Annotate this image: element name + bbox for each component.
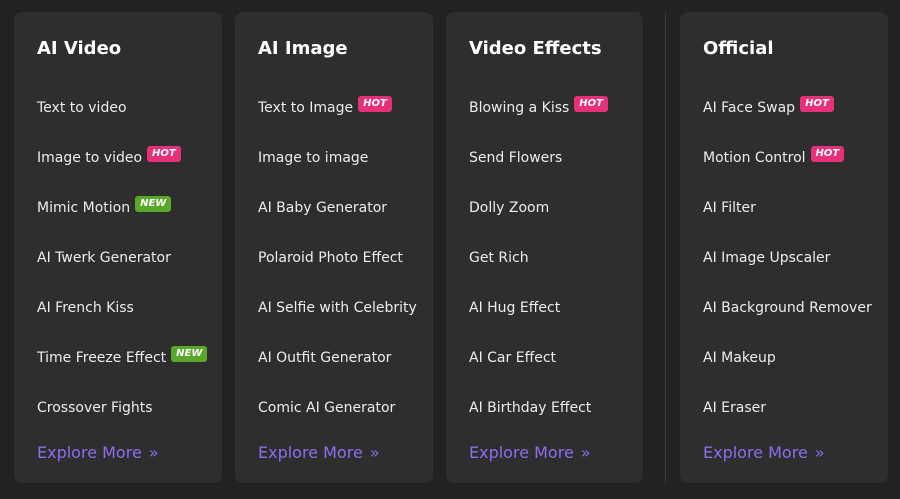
menu-item-label: Dolly Zoom <box>469 200 550 216</box>
feature-menu: AI Video Text to video Image to video HOT Mi… <box>0 0 900 499</box>
explore-more-link[interactable]: Explore More ›› <box>703 443 825 463</box>
menu-item-link[interactable]: Send Flowers <box>469 148 562 168</box>
card-title: AI Image <box>258 38 348 59</box>
menu-card-ai-video: AI Video Text to video Image to video HOT Mi… <box>14 12 222 483</box>
menu-item-label: AI Birthday Effect <box>469 400 592 416</box>
menu-item-link[interactable]: Mimic Motion NEW <box>37 196 172 218</box>
menu-item-link[interactable]: AI Eraser <box>703 398 766 418</box>
menu-item-label: AI Hug Effect <box>469 300 561 316</box>
explore-more-link[interactable]: Explore More ›› <box>258 443 380 463</box>
hot-badge: HOT <box>147 146 181 162</box>
menu-item-link[interactable]: Time Freeze Effect NEW <box>37 346 208 368</box>
explore-more-link[interactable]: Explore More ›› <box>37 443 159 463</box>
menu-card-official: Official AI Face Swap HOT Motion Control HOT… <box>680 12 888 483</box>
card-title: AI Video <box>37 38 122 59</box>
hot-badge: HOT <box>358 96 392 112</box>
menu-item-label: AI Face Swap <box>703 100 796 116</box>
menu-item-label: AI Selfie with Celebrity <box>258 300 417 316</box>
double-chevron-right-icon: ›› <box>148 443 159 462</box>
menu-item-link[interactable]: Text to Image HOT <box>258 96 392 118</box>
menu-item-label: Blowing a Kiss <box>469 100 570 116</box>
menu-item-label: Text to video <box>37 100 127 116</box>
menu-item-link[interactable]: AI Image Upscaler <box>703 248 830 268</box>
menu-item-label: Time Freeze Effect <box>37 350 167 366</box>
hot-badge: HOT <box>800 96 834 112</box>
menu-item-link[interactable]: AI Baby Generator <box>258 198 387 218</box>
double-chevron-right-icon: ›› <box>369 443 380 462</box>
menu-item-link[interactable]: Crossover Fights <box>37 398 153 418</box>
menu-item-label: AI Eraser <box>703 400 766 416</box>
menu-item-link[interactable]: Dolly Zoom <box>469 198 549 218</box>
menu-item-link[interactable]: Blowing a Kiss HOT <box>469 96 608 118</box>
explore-more-label: Explore More <box>258 443 363 462</box>
menu-item-link[interactable]: Image to image <box>258 148 368 168</box>
menu-item-label: AI Makeup <box>703 350 776 366</box>
double-chevron-right-icon: ›› <box>814 443 825 462</box>
menu-item-link[interactable]: AI French Kiss <box>37 298 134 318</box>
menu-item-label: AI Outfit Generator <box>258 350 392 366</box>
menu-item-label: Comic AI Generator <box>258 400 396 416</box>
hot-badge: HOT <box>574 96 608 112</box>
menu-item-label: Text to Image <box>258 100 354 116</box>
menu-item-link[interactable]: Get Rich <box>469 248 529 268</box>
menu-item-label: AI Filter <box>703 200 756 216</box>
menu-item-label: Send Flowers <box>469 150 563 166</box>
menu-item-link[interactable]: AI Background Remover <box>703 298 872 318</box>
explore-more-label: Explore More <box>469 443 574 462</box>
menu-item-link[interactable]: AI Hug Effect <box>469 298 560 318</box>
new-badge: NEW <box>135 196 172 212</box>
menu-item-link[interactable]: AI Twerk Generator <box>37 248 171 268</box>
menu-item-link[interactable]: Comic AI Generator <box>258 398 395 418</box>
menu-item-label: AI French Kiss <box>37 300 134 316</box>
menu-item-link[interactable]: AI Outfit Generator <box>258 348 391 368</box>
menu-item-link[interactable]: Polaroid Photo Effect <box>258 248 403 268</box>
menu-item-link[interactable]: AI Face Swap HOT <box>703 96 834 118</box>
new-badge: NEW <box>171 346 208 362</box>
menu-item-label: AI Background Remover <box>703 300 872 316</box>
explore-more-link[interactable]: Explore More ›› <box>469 443 591 463</box>
double-chevron-right-icon: ›› <box>580 443 591 462</box>
menu-item-link[interactable]: Image to video HOT <box>37 146 181 168</box>
menu-item-label: Get Rich <box>469 250 529 266</box>
menu-item-label: AI Twerk Generator <box>37 250 171 266</box>
menu-item-link[interactable]: AI Car Effect <box>469 348 556 368</box>
menu-item-label: AI Image Upscaler <box>703 250 831 266</box>
explore-more-label: Explore More <box>703 443 808 462</box>
menu-item-label: Image to video <box>37 150 143 166</box>
card-title: Official <box>703 38 774 59</box>
menu-item-label: Crossover Fights <box>37 400 153 416</box>
menu-item-label: Mimic Motion <box>37 200 131 216</box>
menu-item-label: Image to image <box>258 150 369 166</box>
menu-item-link[interactable]: AI Birthday Effect <box>469 398 591 418</box>
menu-item-label: AI Car Effect <box>469 350 557 366</box>
menu-item-label: Polaroid Photo Effect <box>258 250 403 266</box>
explore-more-label: Explore More <box>37 443 142 462</box>
hot-badge: HOT <box>810 146 845 162</box>
menu-card-video-effects: Video Effects Blowing a Kiss HOT Send Flowe… <box>446 12 643 483</box>
menu-item-link[interactable]: AI Filter <box>703 198 756 218</box>
column-divider <box>665 12 666 483</box>
menu-item-label: AI Baby Generator <box>258 200 388 216</box>
menu-item-link[interactable]: AI Selfie with Celebrity <box>258 298 417 318</box>
menu-item-link[interactable]: Text to video <box>37 98 127 118</box>
menu-item-link[interactable]: AI Makeup <box>703 348 776 368</box>
menu-card-ai-image: AI Image Text to Image HOT Image to image AI… <box>235 12 433 483</box>
menu-item-link[interactable]: Motion Control HOT <box>703 146 845 168</box>
menu-item-label: Motion Control <box>703 150 806 166</box>
card-title: Video Effects <box>469 38 602 59</box>
